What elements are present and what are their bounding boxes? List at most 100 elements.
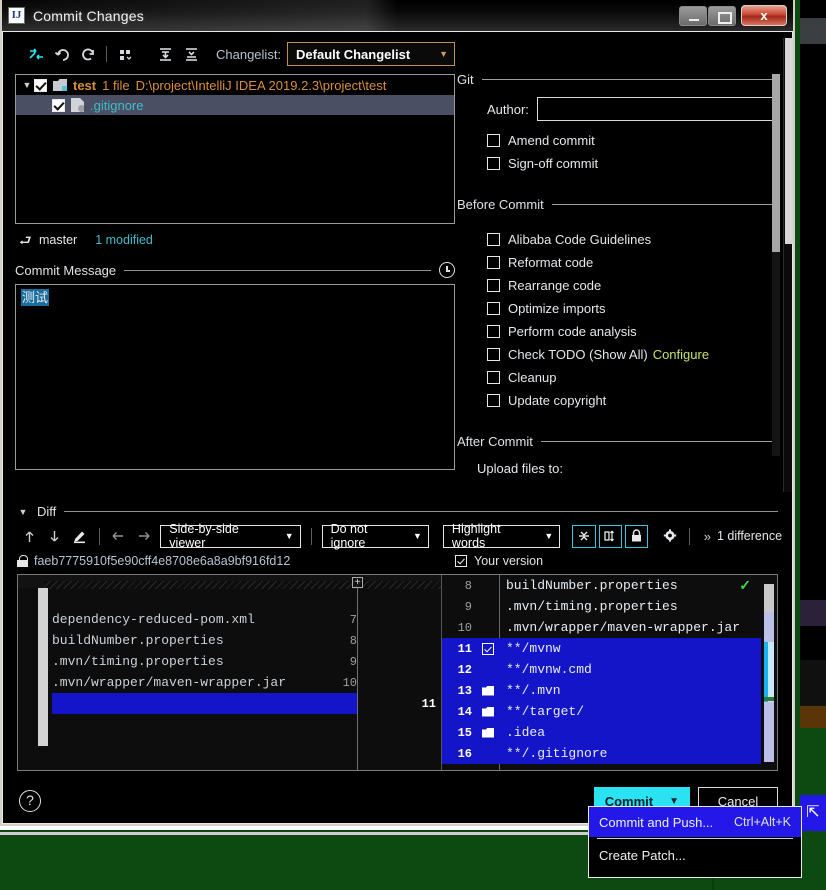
commit-message-input[interactable]: 测试 (15, 284, 455, 470)
your-version-checkbox[interactable] (455, 555, 467, 567)
option-rearrange-code[interactable]: Rearrange code (487, 274, 779, 297)
accept-left-icon[interactable] (106, 524, 131, 548)
option-update-copyright[interactable]: Update copyright (487, 389, 779, 412)
option-perform-code-analysis[interactable]: Perform code analysis (487, 320, 779, 343)
code-text: buildNumber.properties (506, 578, 678, 593)
author-field[interactable] (536, 97, 779, 121)
changelist-file-count: 1 file (102, 77, 130, 93)
folder-icon (53, 79, 67, 91)
expand-triangle-icon[interactable]: ▼ (20, 80, 34, 90)
update-copyright-label: Update copyright (508, 393, 607, 408)
ignore-mode-dropdown[interactable]: Do not ignore ▼ (321, 522, 429, 550)
option-reformat-code[interactable]: Reformat code (487, 251, 779, 274)
line-marker (478, 685, 498, 696)
chevron-down-icon[interactable]: ▼ (669, 796, 679, 807)
table-row[interactable]: .gitignore (16, 95, 454, 115)
clock-icon[interactable] (439, 262, 455, 278)
folder-icon (482, 685, 494, 696)
dialog-scrollbar[interactable] (783, 38, 793, 492)
line-number: 15 (457, 725, 472, 740)
menu-item-commit-and-push[interactable]: Commit and Push... Ctrl+Alt+K (589, 807, 801, 837)
file-checkbox[interactable] (52, 98, 65, 112)
options-scrollbar-thumb[interactable] (772, 74, 780, 252)
collapse-all-icon[interactable] (178, 42, 204, 66)
code-line: 12 **/mvnw.cmd (442, 659, 777, 680)
menu-item-create-patch[interactable]: Create Patch... (589, 840, 801, 870)
reformat-code-checkbox[interactable] (487, 256, 500, 269)
collapse-unchanged-toggle[interactable] (572, 524, 596, 548)
commit-options-pane: Git Author: Amend commit Sign-off commit (457, 72, 779, 492)
changelist-dropdown[interactable]: Default Changelist ▼ (287, 42, 456, 66)
option-optimize-imports[interactable]: Optimize imports (487, 297, 779, 320)
option-alibaba-code-guidelines[interactable]: Alibaba Code Guidelines (487, 228, 779, 251)
update-copyright-checkbox[interactable] (487, 394, 500, 407)
option-cleanup[interactable]: Cleanup (487, 366, 779, 389)
difference-count-label: 1 difference (716, 529, 783, 543)
rearrange-code-checkbox[interactable] (487, 279, 500, 292)
commit-message-header: Commit Message (15, 262, 455, 278)
alibaba-code-guidelines-checkbox[interactable] (487, 233, 500, 246)
options-scrollbar[interactable] (772, 74, 780, 456)
checkmark-icon (482, 642, 494, 655)
perform-code-analysis-checkbox[interactable] (487, 325, 500, 338)
intellij-app-icon: IJ (8, 7, 25, 24)
configure-todo-link[interactable]: Configure (653, 347, 709, 362)
minimap-segment (764, 642, 768, 702)
folder-icon (482, 706, 494, 717)
option-check-todo[interactable]: Check TODO (Show All) Configure (487, 343, 779, 366)
diff-minimap-scrollbar[interactable] (761, 575, 777, 770)
signoff-commit-checkbox[interactable] (487, 157, 500, 170)
accept-right-icon[interactable] (131, 524, 156, 548)
check-todo-checkbox[interactable] (487, 348, 500, 361)
changed-files-tree[interactable]: ▼ test 1 file D:\project\IntelliJ IDEA 2… (15, 74, 455, 224)
code-line: 10 .mvn/wrapper/maven-wrapper.jar (442, 617, 777, 638)
diff-left-code: dependency-reduced-pom.xml 7 buildNumber… (18, 588, 441, 714)
minimize-button[interactable] (679, 5, 707, 26)
diff-collapse-triangle-icon[interactable]: ▼ (17, 507, 29, 517)
diff-pane-left[interactable]: + dependency-reduced-pom.xml 7 buildNumb… (18, 575, 442, 770)
refresh-icon[interactable] (75, 42, 101, 66)
show-diff-gutter-toggle[interactable] (598, 524, 623, 548)
edit-source-icon[interactable] (68, 524, 93, 548)
viewer-mode-dropdown[interactable]: Side-by-side viewer ▼ (160, 522, 301, 550)
gear-icon[interactable] (657, 524, 682, 548)
diff-pane-right[interactable]: ✓ 8 buildNumber.properties 9 .mvn/timing… (442, 575, 777, 770)
line-number: 10 (342, 675, 357, 690)
code-text: .idea (506, 725, 546, 740)
option-signoff-commit[interactable]: Sign-off commit (487, 152, 779, 175)
next-difference-icon[interactable] (42, 524, 67, 548)
cleanup-checkbox[interactable] (487, 371, 500, 384)
your-version-label: Your version (474, 554, 544, 568)
group-by-icon[interactable] (112, 42, 138, 66)
folder-checkbox[interactable] (34, 78, 47, 92)
highlight-mode-value: Highlight words (451, 522, 501, 550)
line-number: 16 (457, 746, 472, 761)
optimize-imports-checkbox[interactable] (487, 302, 500, 315)
table-row[interactable]: ▼ test 1 file D:\project\IntelliJ IDEA 2… (16, 75, 454, 95)
amend-commit-label: Amend commit (508, 133, 595, 148)
expand-all-icon[interactable] (152, 42, 178, 66)
expand-fold-button[interactable]: + (352, 577, 363, 588)
dialog-titlebar[interactable]: IJ Commit Changes x (2, 0, 793, 31)
background-purple-strip (800, 600, 826, 626)
perform-code-analysis-label: Perform code analysis (508, 324, 637, 339)
dialog-scrollbar-thumb[interactable] (785, 38, 793, 244)
revert-icon[interactable] (49, 42, 75, 66)
highlight-mode-dropdown[interactable]: Highlight words ▼ (442, 522, 561, 550)
close-button[interactable]: x (741, 5, 787, 26)
help-icon[interactable]: ? (19, 790, 41, 812)
move-to-another-changelist-icon[interactable] (23, 42, 49, 66)
background-brown-strip (800, 706, 826, 728)
diff-folded-region[interactable] (18, 575, 441, 589)
toolbar-separator (98, 527, 100, 545)
more-options-icon[interactable]: » (704, 529, 711, 544)
previous-difference-icon[interactable] (17, 524, 42, 548)
option-amend-commit[interactable]: Amend commit (487, 129, 779, 152)
before-commit-group-header: Before Commit (457, 197, 779, 212)
read-only-lock-toggle[interactable] (625, 524, 649, 548)
maximize-button[interactable] (708, 5, 736, 26)
commit-message-value: 测试 (21, 289, 50, 306)
diff-header[interactable]: ▼ Diff (3, 498, 792, 519)
menu-item-shortcut: Ctrl+Alt+K (734, 815, 791, 829)
amend-commit-checkbox[interactable] (487, 134, 500, 147)
